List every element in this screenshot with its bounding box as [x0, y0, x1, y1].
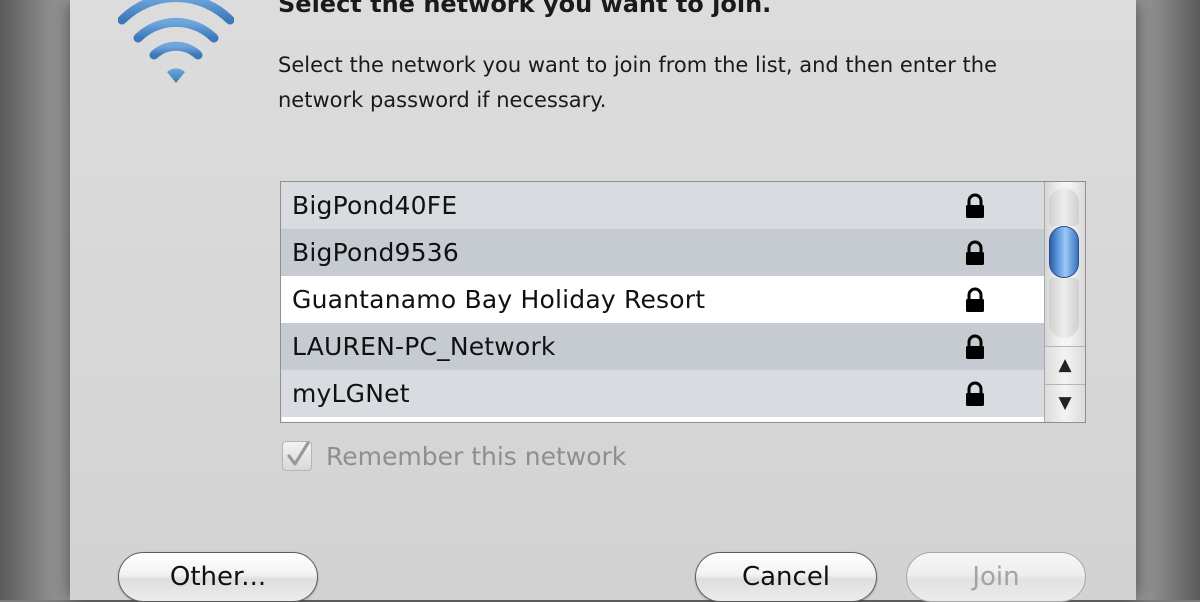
scroll-thumb[interactable]	[1049, 226, 1079, 278]
checkmark-icon	[287, 441, 310, 466]
join-network-dialog: Select the network you want to join. Sel…	[70, 0, 1136, 602]
network-name: Guantanamo Bay Holiday Resort	[292, 285, 706, 314]
scroll-down-button[interactable]: ▼	[1045, 384, 1085, 421]
backdrop-left	[0, 0, 70, 600]
network-row[interactable]: BigPond9536	[281, 229, 1045, 276]
network-row[interactable]: BigPond40FE	[281, 182, 1045, 229]
scroll-track[interactable]	[1049, 278, 1079, 338]
lock-icon	[966, 193, 984, 218]
dialog-description: Select the network you want to join from…	[278, 53, 998, 112]
network-rows: BigPond40FE BigPond9536 Guantanamo Bay H…	[281, 182, 1045, 417]
network-name: BigPond9536	[292, 238, 459, 267]
network-name: LAUREN-PC_Network	[292, 332, 556, 361]
network-list[interactable]: BigPond40FE BigPond9536 Guantanamo Bay H…	[280, 181, 1086, 423]
scroll-up-button[interactable]: ▲	[1045, 346, 1085, 383]
remember-label: Remember this network	[326, 441, 627, 471]
wifi-icon	[118, 0, 234, 83]
scroll-track[interactable]	[1049, 188, 1079, 226]
remember-checkbox[interactable]	[282, 441, 312, 471]
cancel-button[interactable]: Cancel	[695, 552, 877, 602]
vertical-scrollbar[interactable]: ▲ ▼	[1044, 182, 1085, 422]
network-row[interactable]: myLGNet	[281, 370, 1045, 417]
network-row-selected[interactable]: Guantanamo Bay Holiday Resort	[281, 276, 1045, 323]
lock-icon	[966, 334, 984, 359]
join-button[interactable]: Join	[906, 552, 1086, 602]
chevron-up-icon: ▲	[1058, 355, 1072, 375]
dialog-title: Select the network you want to join.	[278, 0, 772, 18]
lock-icon	[966, 240, 984, 265]
chevron-down-icon: ▼	[1058, 393, 1072, 413]
lock-icon	[966, 287, 984, 312]
network-name: myLGNet	[292, 379, 410, 408]
network-row[interactable]: LAUREN-PC_Network	[281, 323, 1045, 370]
lock-icon	[966, 381, 984, 406]
backdrop-right	[1136, 0, 1200, 600]
remember-network-option[interactable]: Remember this network	[282, 441, 626, 471]
network-name: BigPond40FE	[292, 191, 458, 220]
other-button[interactable]: Other...	[118, 552, 318, 602]
